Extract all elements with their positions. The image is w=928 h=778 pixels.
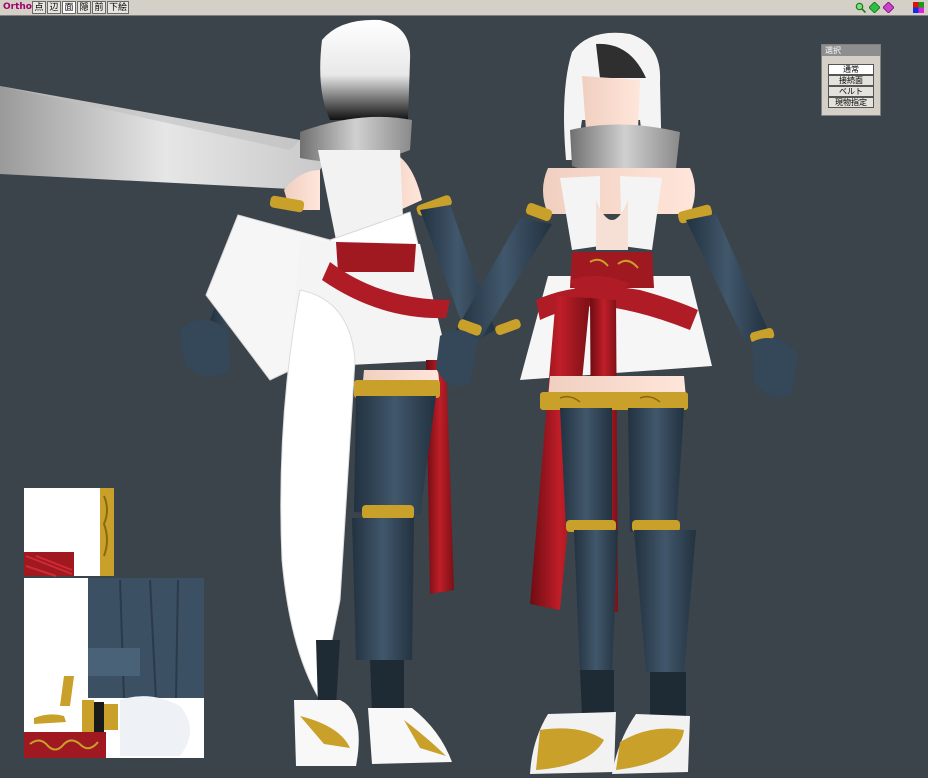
select-normal-button[interactable]: 通常 bbox=[828, 64, 874, 75]
uv-texture-preview bbox=[24, 488, 204, 758]
select-belt-button[interactable]: ベルト bbox=[828, 86, 874, 97]
rotate-icon[interactable] bbox=[883, 2, 894, 13]
select-connected-faces-button[interactable]: 接続面 bbox=[828, 75, 874, 86]
3d-viewport[interactable] bbox=[0, 16, 928, 778]
zoom-icon[interactable] bbox=[855, 2, 866, 13]
color-palette-icon[interactable] bbox=[913, 2, 924, 13]
front-view-button[interactable]: 前 bbox=[92, 1, 106, 14]
underlay-button[interactable]: 下絵 bbox=[107, 1, 129, 14]
select-panel: 選択 通常 接続面 ベルト 現物指定 bbox=[821, 44, 881, 116]
select-panel-title: 選択 bbox=[822, 45, 880, 56]
face-mode-button[interactable]: 面 bbox=[62, 1, 76, 14]
select-specified-object-button[interactable]: 現物指定 bbox=[828, 97, 874, 108]
projection-mode-button[interactable]: Ortho bbox=[3, 1, 32, 14]
edge-mode-button[interactable]: 辺 bbox=[47, 1, 61, 14]
hidden-mode-button[interactable]: 隠 bbox=[77, 1, 91, 14]
move-icon[interactable] bbox=[869, 2, 880, 13]
toolbar: Ortho 点 辺 面 隠 前 下絵 bbox=[0, 0, 928, 16]
vertex-mode-button[interactable]: 点 bbox=[32, 1, 46, 14]
